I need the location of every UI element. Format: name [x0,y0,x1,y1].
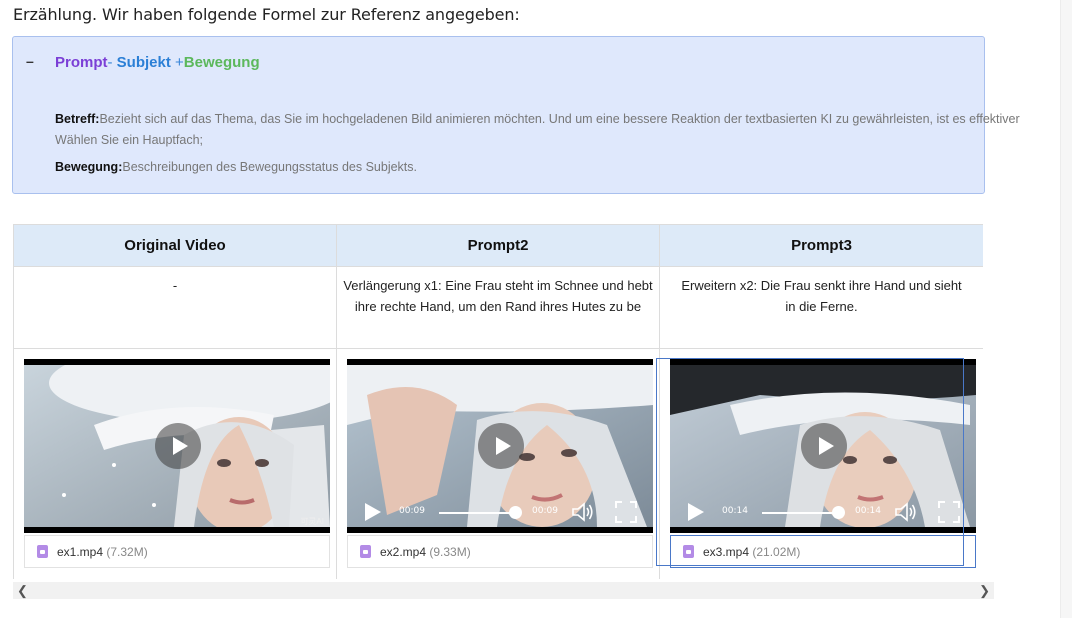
video-file-icon [37,545,48,558]
formula-subjekt: Subjekt [116,54,171,71]
description-line: - [172,278,178,293]
intro-text: Erzählung. Wir haben folgende Formel zur… [13,5,520,24]
play-button[interactable] [801,423,847,469]
description-cell: Verlängerung x1: Eine Frau steht im Schn… [336,266,660,349]
description-line: Verlängerung x1: Eine Frau steht im Schn… [343,278,653,293]
horizontal-scrollbar[interactable]: ❮ ❯ [13,582,994,599]
definition-bewegung: Bewegung:Beschreibungen des Bewegungssta… [55,157,417,178]
play-button[interactable] [478,423,524,469]
file-attachment[interactable]: ex1.mp4 (7.32M) [24,535,330,568]
column-header: Original Video [13,224,337,267]
collapse-toggle[interactable]: – [26,53,34,69]
description-line: ihre rechte Hand, um den Rand ihres Hute… [354,299,642,314]
play-icon[interactable] [688,503,704,521]
formula-bewegung: Bewegung [183,54,260,71]
chevron-right-icon[interactable]: ❯ [979,583,990,599]
chevron-left-icon[interactable]: ❮ [17,583,28,599]
definition-text: Bezieht sich auf das Thema, das Sie im h… [99,112,1020,126]
media-cell: 00:14 00:14 ex3.mp4 (21.02M) [659,348,983,579]
fullscreen-icon[interactable] [615,501,637,523]
definition-term: Betreff: [55,112,100,126]
video-file-icon [360,545,371,558]
video-player[interactable]: 00:14 00:14 [670,359,976,533]
comparison-table-wrapper: Original Video Prompt2 Prompt3 - Verläng… [13,224,983,579]
formula-prompt: Prompt [55,54,108,71]
comparison-table: Original Video Prompt2 Prompt3 - Verläng… [13,224,983,579]
vertical-scrollbar[interactable] [1060,0,1072,618]
formula: Prompt- Subjekt +Bewegung [55,54,260,71]
media-cell: 可灵AI ex1.mp4 (7.32M) [13,348,337,579]
video-player[interactable]: 00:09 00:09 [347,359,653,533]
video-file-icon [683,545,694,558]
progress-track[interactable] [762,512,840,514]
description-line: Erweitern x2: Die Frau senkt ihre Hand u… [681,278,962,293]
file-size: (7.32M) [106,545,148,559]
column-header: Prompt2 [336,224,660,267]
video-player[interactable]: 可灵AI [24,359,330,533]
file-size: (9.33M) [429,545,471,559]
definition-betreff: Betreff:Bezieht sich auf das Thema, das … [55,109,1020,130]
video-controls: 00:14 00:14 [670,497,976,527]
description-cell: Erweitern x2: Die Frau senkt ihre Hand u… [659,266,983,349]
video-controls: 00:09 00:09 [347,497,653,527]
description-cell: - [13,266,337,349]
table-row-descriptions: - Verlängerung x1: Eine Frau steht im Sc… [13,266,983,349]
definition-betreff-continuation: Wählen Sie ein Hauptfach; [55,133,204,147]
column-header: Prompt3 [659,224,983,267]
file-attachment[interactable]: ex2.mp4 (9.33M) [347,535,653,568]
duration: 00:14 [855,506,881,516]
current-time: 00:14 [722,506,748,516]
formula-reference-box: – Prompt- Subjekt +Bewegung Betreff:Bezi… [12,36,1020,194]
file-name: ex3.mp4 [703,545,750,559]
progress-knob[interactable] [832,506,845,519]
watermark: 可灵AI [300,517,324,526]
formula-plus: + [170,54,184,71]
play-button[interactable] [155,423,201,469]
definition-text: Beschreibungen des Bewegungsstatus des S… [122,160,417,174]
current-time: 00:09 [399,506,425,516]
file-attachment[interactable]: ex3.mp4 (21.02M) [670,535,976,568]
file-name: ex2.mp4 [380,545,427,559]
volume-icon[interactable] [894,501,918,523]
table-row-media: 可灵AI ex1.mp4 (7.32M) 00:09 00:09 ex2.mp4… [13,348,983,579]
definition-term: Bewegung: [55,160,123,174]
fullscreen-icon[interactable] [938,501,960,523]
media-cell: 00:09 00:09 ex2.mp4 (9.33M) [336,348,660,579]
formula-dash: - [107,54,117,71]
progress-knob[interactable] [509,506,522,519]
table-header-row: Original Video Prompt2 Prompt3 [13,224,983,267]
play-icon[interactable] [365,503,381,521]
duration: 00:09 [532,506,558,516]
progress-track[interactable] [439,512,517,514]
description-line: in die Ferne. [785,299,858,314]
file-name: ex1.mp4 [57,545,104,559]
volume-icon[interactable] [571,501,595,523]
file-size: (21.02M) [752,545,801,559]
